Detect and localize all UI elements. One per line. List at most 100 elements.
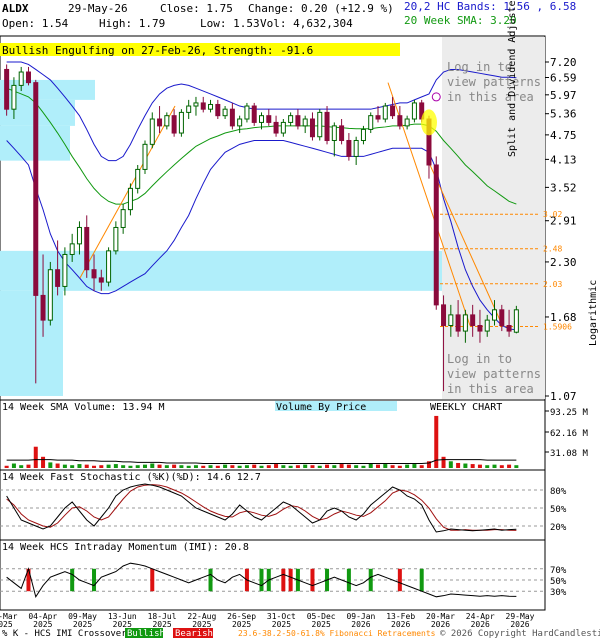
candle-body bbox=[142, 143, 148, 170]
candle-body bbox=[309, 118, 315, 138]
candle-body bbox=[251, 105, 257, 123]
volume-bar bbox=[113, 464, 118, 468]
candle bbox=[317, 109, 323, 141]
volume-bar bbox=[463, 463, 468, 468]
candle-body bbox=[477, 325, 483, 332]
volume-bar bbox=[230, 465, 235, 468]
candle-body bbox=[171, 115, 177, 134]
candle-body bbox=[433, 164, 439, 306]
bearish-crossover-bar bbox=[281, 568, 286, 592]
candle-body bbox=[506, 325, 512, 332]
stoch-tick-label: 80% bbox=[550, 487, 567, 497]
candle-body bbox=[390, 105, 396, 117]
volume-bar bbox=[295, 465, 300, 468]
volume-bar bbox=[361, 465, 366, 468]
bearish-crossover-bar bbox=[310, 568, 315, 592]
volume-bar bbox=[33, 446, 38, 468]
candle-body bbox=[462, 314, 468, 332]
y-tick-label: 5.97 bbox=[550, 89, 577, 102]
bullish-legend: Bullish bbox=[127, 629, 165, 639]
volume-bar bbox=[244, 465, 249, 468]
volume-bar bbox=[281, 465, 286, 468]
chart-root: ALDX 29-May-26 Close: 1.75 Change: 0.20 … bbox=[0, 0, 600, 640]
y-tick-label: 4.75 bbox=[550, 129, 577, 142]
y-tick-label: 5.36 bbox=[550, 108, 577, 121]
candle-body bbox=[513, 309, 519, 333]
low: Low: 1.53 bbox=[200, 17, 260, 30]
high: High: 1.79 bbox=[99, 17, 165, 30]
volume-bar bbox=[507, 464, 512, 468]
volume-bar bbox=[412, 464, 417, 468]
y-tick-label: 2.91 bbox=[550, 215, 577, 228]
volume-bar bbox=[419, 465, 424, 468]
x-tick-year: 2026 bbox=[431, 620, 450, 629]
volume-bar bbox=[383, 464, 388, 468]
volume-bar bbox=[106, 464, 111, 468]
vbp-bar bbox=[0, 290, 63, 396]
candle-body bbox=[127, 187, 133, 211]
volume-bar bbox=[77, 464, 82, 468]
candle-body bbox=[339, 125, 345, 141]
candle-body bbox=[18, 71, 24, 86]
candle-body bbox=[11, 84, 17, 110]
x-tick-year: 2025 bbox=[113, 620, 132, 629]
fib-label: 2.03 bbox=[543, 280, 562, 289]
side-label-log: Logarithmic bbox=[588, 280, 599, 346]
copyright[interactable]: © 2026 Copyright HardCandlestick.com bbox=[440, 629, 600, 639]
volume-bar bbox=[259, 465, 264, 468]
volume-bar bbox=[354, 465, 359, 468]
stoch-tick-label: 20% bbox=[550, 523, 567, 533]
candle-body bbox=[113, 226, 119, 252]
candle-body bbox=[455, 314, 461, 332]
login-line-2: view patterns bbox=[447, 75, 541, 89]
candle bbox=[382, 102, 388, 123]
candle-body bbox=[484, 319, 490, 332]
candle-body bbox=[4, 68, 10, 110]
candle-body bbox=[91, 269, 97, 279]
candle-body bbox=[120, 209, 126, 228]
volume-bar bbox=[84, 464, 89, 468]
y-tick-label: 6.59 bbox=[550, 72, 577, 85]
candle-body bbox=[47, 269, 53, 321]
volume-bar bbox=[514, 465, 519, 468]
candle-body bbox=[200, 102, 206, 110]
y-tick-label: 4.13 bbox=[550, 153, 577, 166]
login-line-1b: Log in to bbox=[447, 352, 512, 366]
bullish-crossover-bar bbox=[70, 568, 75, 592]
pattern-banner: Bullish Engulfing on 27-Feb-26, Strength… bbox=[2, 44, 313, 57]
y-tick-label: 1.07 bbox=[550, 390, 577, 403]
candle-body bbox=[317, 111, 323, 138]
volume-bar bbox=[172, 464, 177, 468]
candle bbox=[411, 99, 417, 123]
candle-body bbox=[397, 115, 403, 127]
vol-tick-label: 62.16 M bbox=[550, 429, 589, 439]
candle-body bbox=[288, 115, 294, 123]
candle-body bbox=[368, 115, 374, 130]
fib-label: 2.48 bbox=[543, 245, 562, 254]
candle-body bbox=[360, 128, 366, 141]
volume-bar bbox=[405, 464, 410, 468]
candle-body bbox=[302, 118, 308, 127]
candle-body bbox=[353, 139, 359, 157]
volume-bar bbox=[376, 464, 381, 468]
candle-body bbox=[266, 115, 272, 123]
x-tick-year: 2026 bbox=[471, 620, 490, 629]
candle-body bbox=[411, 102, 417, 120]
volume-bar bbox=[208, 465, 213, 468]
weekly-chart: ALDX 29-May-26 Close: 1.75 Change: 0.20 … bbox=[0, 0, 600, 639]
candle-body bbox=[331, 125, 337, 141]
volume-bar bbox=[317, 465, 322, 468]
candle bbox=[4, 64, 10, 116]
volume-bar bbox=[325, 464, 330, 468]
candle bbox=[244, 102, 250, 123]
x-tick-year: 2025 bbox=[272, 620, 291, 629]
volume-bar bbox=[237, 465, 242, 468]
volume-bar bbox=[157, 464, 162, 468]
imi-tick-label: 30% bbox=[550, 588, 567, 598]
volume-bar bbox=[310, 465, 315, 468]
candle-body bbox=[448, 314, 454, 327]
bullish-crossover-bar bbox=[208, 568, 213, 592]
bullish-crossover-bar bbox=[259, 568, 264, 592]
volume-bar bbox=[441, 456, 446, 468]
candle-body bbox=[375, 115, 381, 120]
